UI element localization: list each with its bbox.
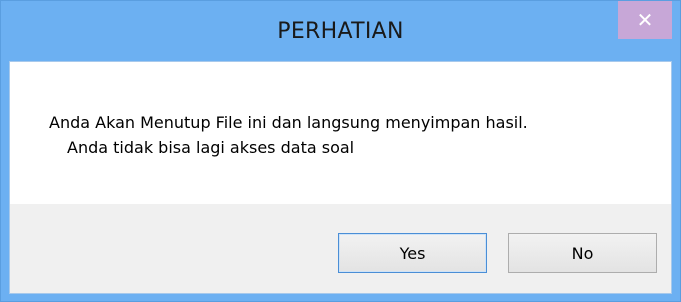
close-icon: ✕ xyxy=(636,8,654,32)
message-text-line1: Anda Akan Menutup File ini dan langsung … xyxy=(49,113,528,132)
dialog-client-area: Anda Akan Menutup File ini dan langsung … xyxy=(9,61,672,294)
message-area: Anda Akan Menutup File ini dan langsung … xyxy=(10,62,671,204)
dialog-window: PERHATIAN ✕ Anda Akan Menutup File ini d… xyxy=(0,0,681,302)
close-button[interactable]: ✕ xyxy=(618,1,672,39)
message-text-line2: Anda tidak bisa lagi akses data soal xyxy=(67,138,355,157)
yes-button[interactable]: Yes xyxy=(338,233,487,273)
dialog-title: PERHATIAN xyxy=(277,19,404,44)
no-button[interactable]: No xyxy=(508,233,657,273)
title-bar[interactable]: PERHATIAN ✕ xyxy=(1,1,680,61)
